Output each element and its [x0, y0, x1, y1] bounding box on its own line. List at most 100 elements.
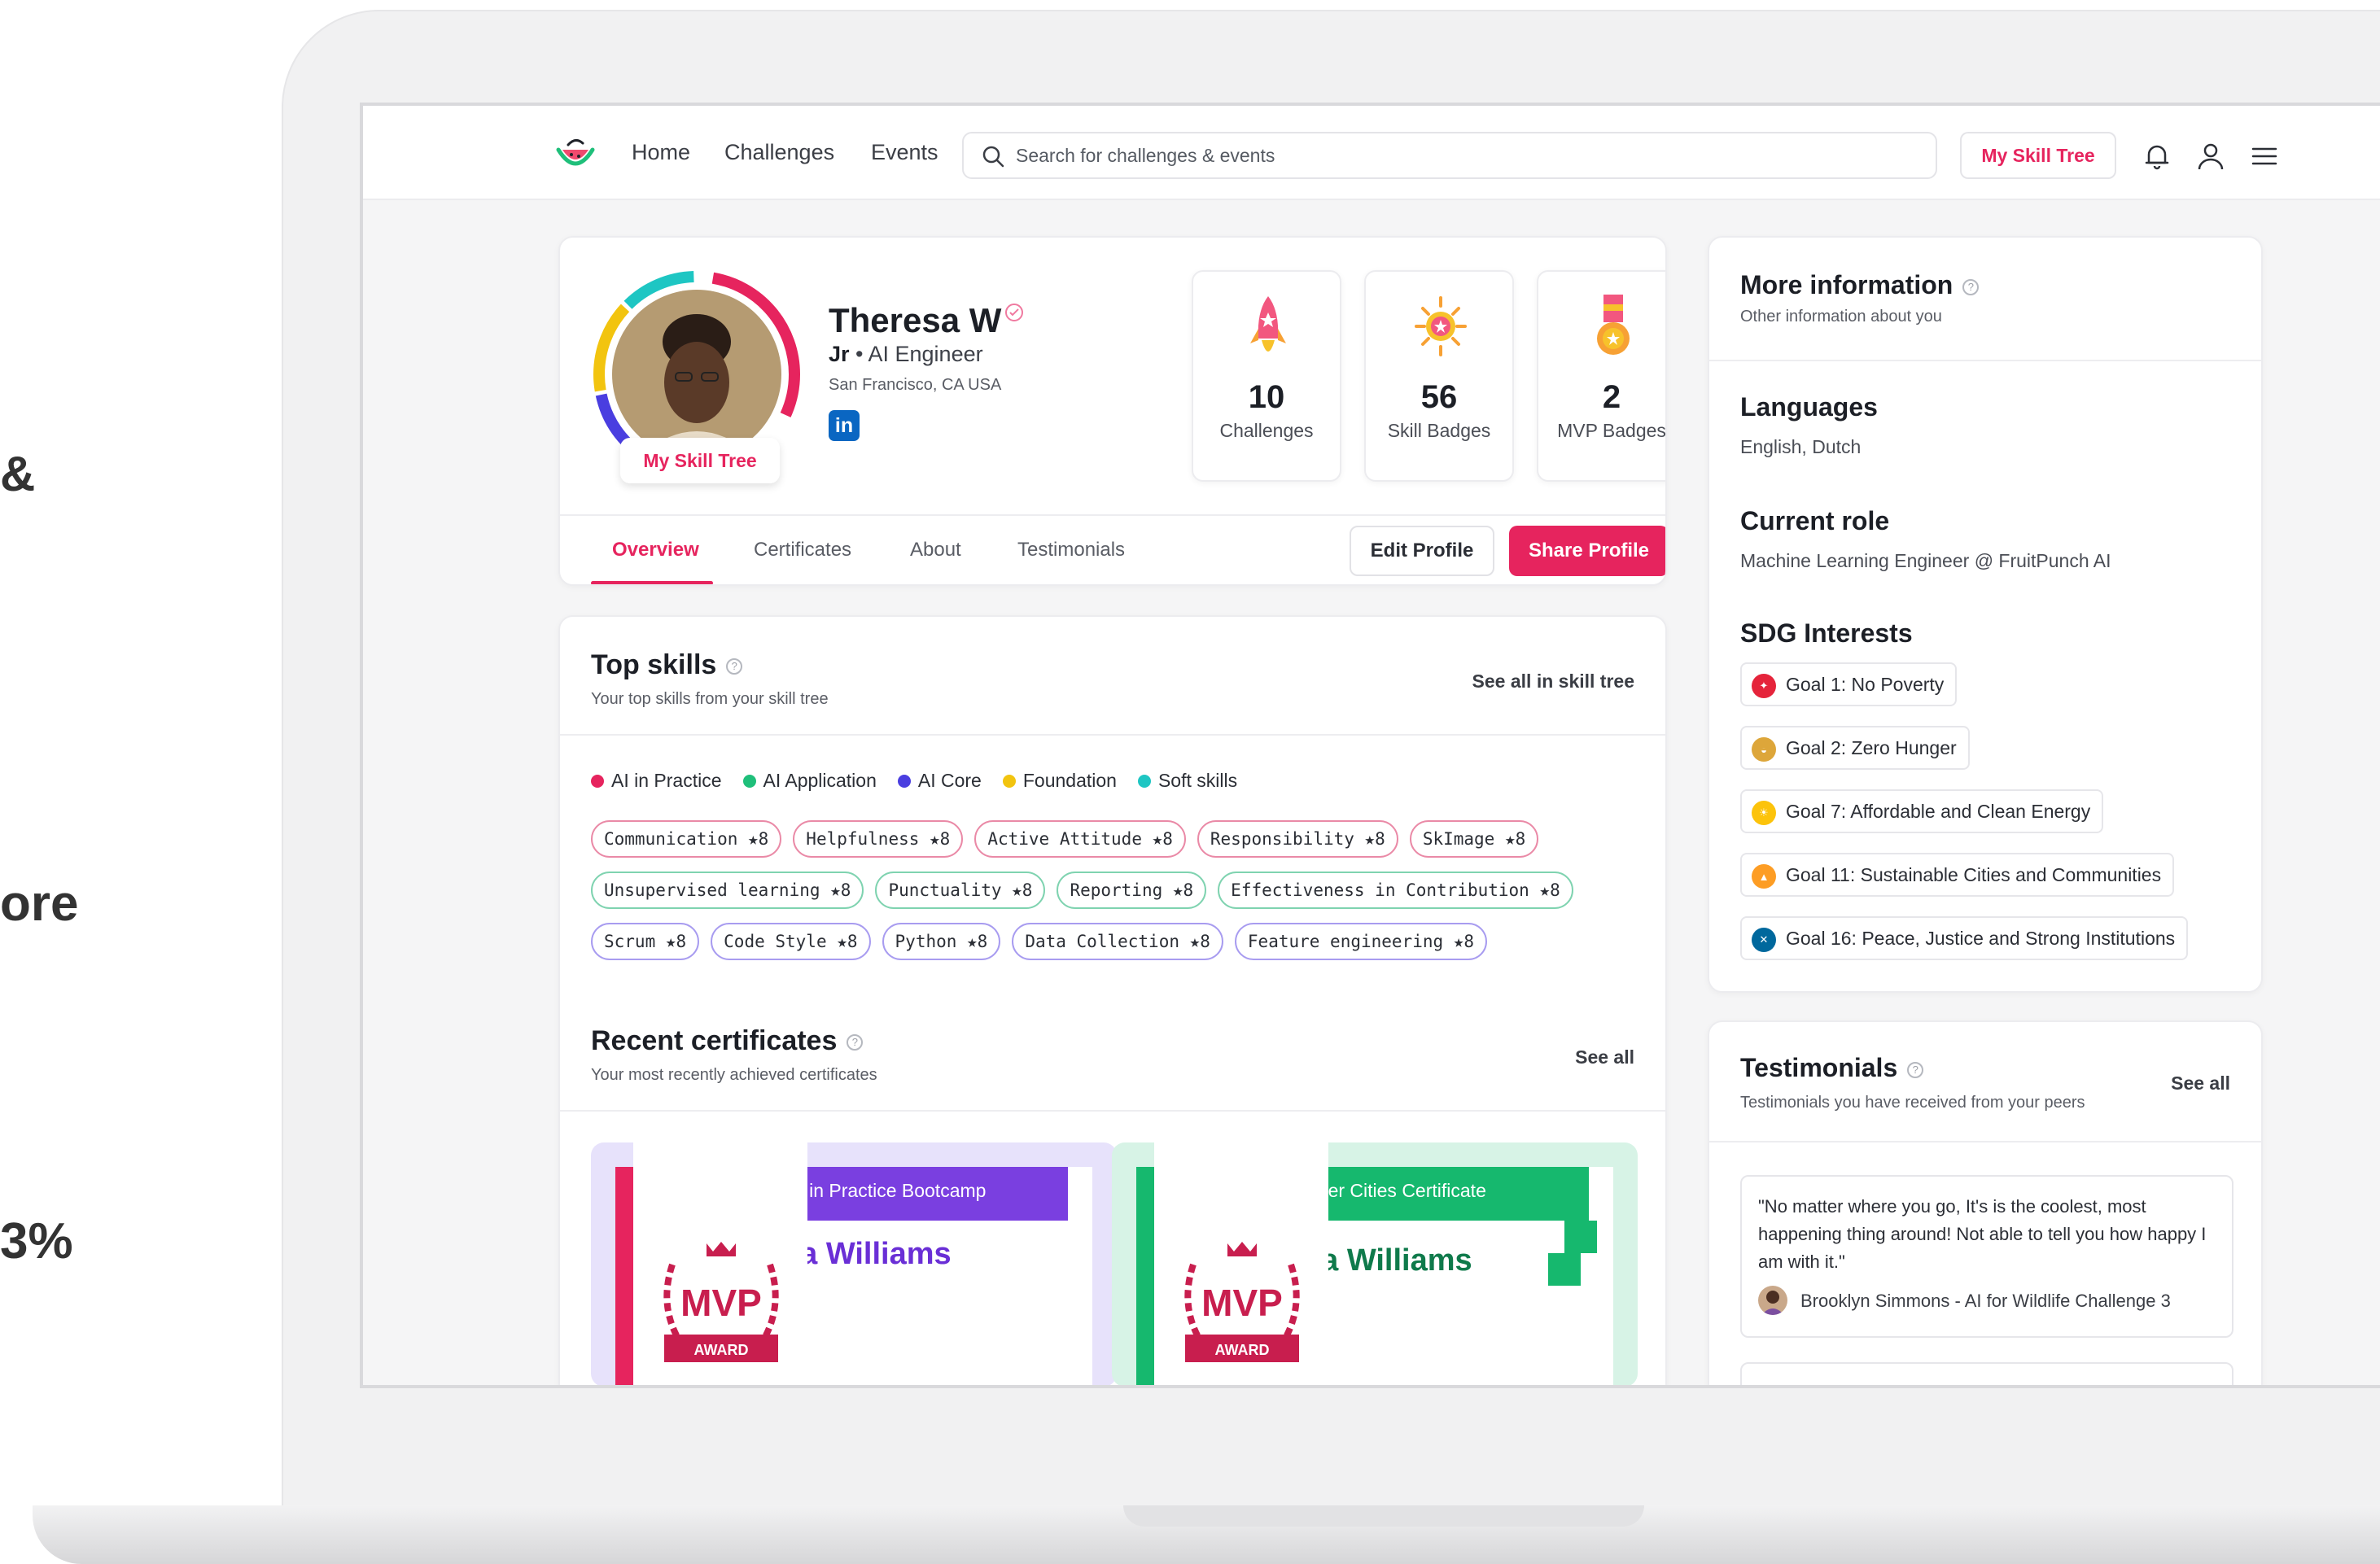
skill-chip[interactable]: Python ★8	[882, 923, 1001, 960]
skill-chip-row: Scrum ★8 Code Style ★8 Python ★8 Data Co…	[591, 923, 1488, 960]
stat-value: 10	[1248, 379, 1285, 415]
certificate-title: AI in Practice Bootcamp	[783, 1167, 1068, 1221]
sdg-tag[interactable]: ▲ Goal 11: Sustainable Cities and Communi…	[1740, 853, 2175, 897]
laptop-notch	[1123, 1505, 1644, 1527]
linkedin-icon[interactable]: in	[829, 410, 860, 441]
skill-chip[interactable]: Punctuality ★8	[875, 872, 1046, 909]
search-bar	[962, 132, 1937, 179]
section-divider	[1709, 360, 2261, 361]
share-profile-button[interactable]: Share Profile	[1509, 526, 1665, 576]
profile-name: Theresa W	[829, 301, 1002, 339]
certificate-accent-bar	[1136, 1167, 1154, 1385]
skill-legend: AI in Practice AI Application AI Core Fo…	[591, 770, 1237, 792]
help-icon[interactable]: ?	[726, 658, 743, 675]
top-skills-subtitle: Your top skills from your skill tree	[591, 690, 829, 708]
nav-link-challenges[interactable]: Challenges	[724, 140, 834, 165]
skill-chip[interactable]: Active Attitude ★8	[974, 820, 1186, 858]
more-information-subtitle: Other information about you	[1740, 308, 1942, 325]
help-icon[interactable]: ?	[847, 1034, 864, 1051]
sdg-tag[interactable]: ☀ Goal 7: Affordable and Clean Energy	[1740, 789, 2104, 833]
certificate-recipient: sa Williams	[1304, 1243, 1472, 1278]
sdg-tag[interactable]: ✦ Goal 1: No Poverty	[1740, 662, 1958, 706]
skill-chip[interactable]: Helpfulness ★8	[793, 820, 964, 858]
nav-link-events[interactable]: Events	[871, 140, 938, 165]
search-icon	[982, 146, 1004, 168]
edit-profile-button[interactable]: Edit Profile	[1350, 526, 1494, 576]
languages-value: English, Dutch	[1740, 436, 1862, 457]
rocket-icon	[1250, 296, 1286, 352]
sdg-tag[interactable]: ◒ Goal 2: Zero Hunger	[1740, 726, 1970, 770]
certificate-card[interactable]: AI in Practice Bootcamp sa Williams MVP …	[591, 1142, 1117, 1385]
user-icon[interactable]	[2194, 140, 2227, 173]
menu-icon[interactable]	[2248, 140, 2281, 173]
watermelon-logo-icon[interactable]	[555, 135, 596, 173]
skill-chip[interactable]: Effectiveness in Contribution ★8	[1218, 872, 1573, 909]
mvp-text: MVP	[680, 1282, 762, 1324]
bell-icon[interactable]	[2141, 140, 2173, 173]
tab-active-indicator	[591, 581, 713, 584]
stat-label: Skill Badges	[1387, 420, 1491, 441]
skill-chip[interactable]: Responsibility ★8	[1197, 820, 1398, 858]
help-icon[interactable]: ?	[1962, 278, 1980, 295]
stat-value: 2	[1602, 379, 1621, 415]
profile-location: San Francisco, CA USA	[829, 376, 1002, 394]
legend-dot	[591, 774, 604, 788]
testimonials-subtitle: Testimonials you have received from your…	[1740, 1094, 2085, 1112]
mvp-text: MVP	[1201, 1282, 1283, 1324]
legend-item: AI in Practice	[591, 770, 722, 792]
help-icon[interactable]: ?	[1907, 1061, 1924, 1078]
legend-item: Foundation	[1002, 770, 1117, 792]
skill-chip[interactable]: Code Style ★8	[711, 923, 871, 960]
see-all-testimonials-link[interactable]: See all	[2171, 1073, 2230, 1094]
legend-dot	[742, 774, 756, 788]
recent-certificates-subtitle: Your most recently achieved certificates	[591, 1066, 877, 1084]
skill-chip[interactable]: Data Collection ★8	[1012, 923, 1223, 960]
skill-chip[interactable]: Communication ★8	[591, 820, 782, 858]
see-all-skill-tree-link[interactable]: See all in skill tree	[1472, 671, 1634, 692]
skill-chip[interactable]: Feature engineering ★8	[1234, 923, 1488, 960]
my-skill-tree-pill[interactable]: My Skill Tree	[620, 438, 780, 483]
skill-chip[interactable]: Unsupervised learning ★8	[591, 872, 864, 909]
see-all-certificates-link[interactable]: See all	[1575, 1046, 1634, 1068]
stat-value: 56	[1420, 379, 1458, 415]
sdg-goal-11-icon: ▲	[1752, 864, 1776, 889]
legend-dot	[1137, 774, 1151, 788]
sdg-interests-heading: SDG Interests	[1740, 618, 1913, 648]
tab-about[interactable]: About	[910, 539, 961, 561]
profile-card: My Skill Tree Theresa W Jr • AI Engineer…	[558, 236, 1667, 586]
certificate-card[interactable]: ener Cities Certificate sa Williams MVP …	[1112, 1142, 1638, 1385]
my-skill-tree-button[interactable]: My Skill Tree	[1960, 132, 2116, 179]
legend-dot	[1002, 774, 1016, 788]
nav-link-home[interactable]: Home	[632, 140, 690, 165]
sdg-tag[interactable]: ✕ Goal 16: Peace, Justice and Strong Inst…	[1740, 916, 2189, 960]
legend-dot	[897, 774, 911, 788]
sdg-goal-1-icon: ✦	[1752, 674, 1776, 698]
testimonials-title: Testimonials?	[1740, 1053, 1924, 1083]
tab-certificates[interactable]: Certificates	[754, 539, 851, 561]
skill-chip[interactable]: SkImage ★8	[1409, 820, 1539, 858]
legend-item: AI Core	[897, 770, 982, 792]
skill-chip-row: Communication ★8 Helpfulness ★8 Active A…	[591, 820, 1539, 858]
side-fragment-2: ore	[0, 876, 79, 932]
tab-overview[interactable]: Overview	[612, 539, 699, 561]
section-divider	[1709, 1141, 2261, 1142]
certificate-pattern	[1564, 1221, 1597, 1253]
search-input[interactable]	[1016, 133, 1919, 177]
tabs-divider	[560, 514, 1665, 516]
testimonial-item: "No matter where you go, It's is the coo…	[1740, 1175, 2233, 1338]
certificate-recipient: sa Williams	[783, 1237, 952, 1271]
legend-item: Soft skills	[1137, 770, 1237, 792]
testimonial-quote: "No matter where you go, It's is the coo…	[1758, 1196, 2207, 1272]
top-skills-card: Top skills? Your top skills from your sk…	[558, 615, 1667, 1385]
top-skills-title: Top skills?	[591, 649, 743, 681]
sun-badge-icon	[1415, 296, 1467, 356]
top-navbar: Home Challenges Events My Skill Tree	[363, 106, 2380, 200]
skill-chip[interactable]: Scrum ★8	[591, 923, 700, 960]
tab-testimonials[interactable]: Testimonials	[1017, 539, 1125, 561]
verified-badge-icon	[1005, 304, 1023, 321]
sdg-goal-2-icon: ◒	[1752, 737, 1776, 762]
skill-chip[interactable]: Reporting ★8	[1057, 872, 1207, 909]
stat-mvp-badges: 2 MVP Badges	[1537, 270, 1665, 482]
languages-heading: Languages	[1740, 392, 1878, 422]
certificate-title: ener Cities Certificate	[1304, 1167, 1589, 1221]
